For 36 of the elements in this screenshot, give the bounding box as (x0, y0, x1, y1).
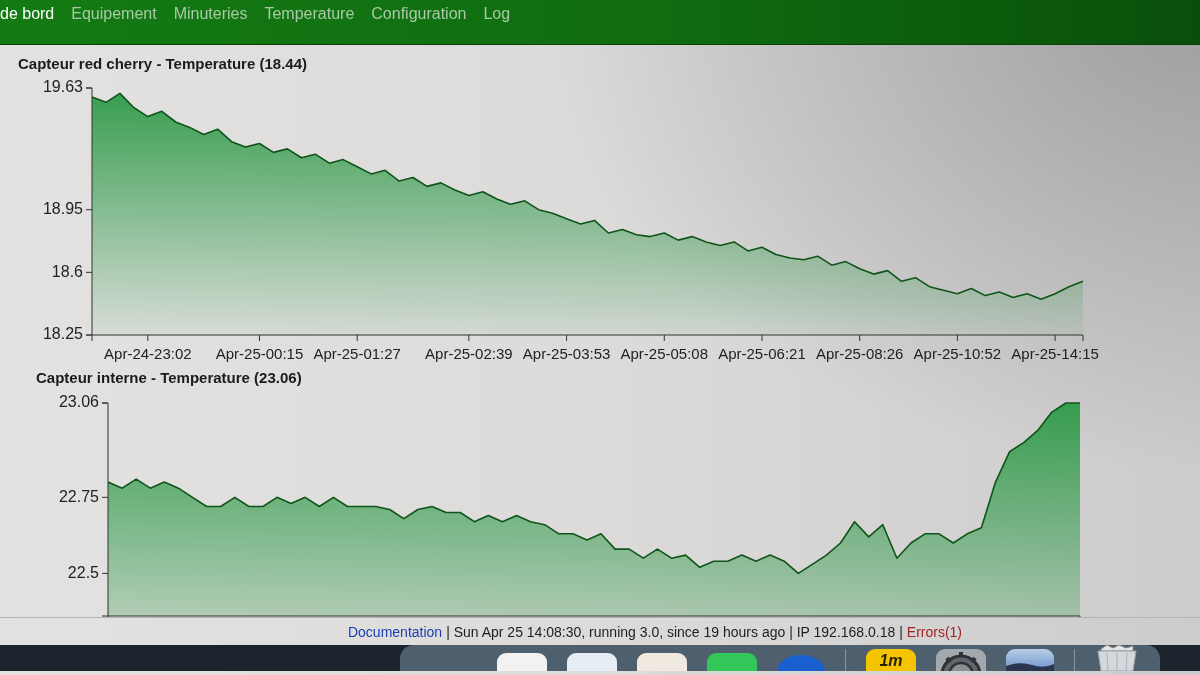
app-icon[interactable] (707, 653, 757, 671)
y-tick-label: 23.06 (58, 393, 99, 411)
chart-title: Capteur red cherry - Temperature (18.44) (18, 55, 307, 73)
x-tick-label: Apr-25-02:39 (425, 344, 513, 362)
x-tick-label: Apr-25-06:21 (718, 344, 806, 362)
gear-icon[interactable] (936, 649, 986, 671)
x-tick-label: Apr-25-01:27 (313, 344, 401, 362)
nav-link[interactable]: Log (483, 3, 511, 25)
app-icon[interactable]: 1m (866, 649, 916, 671)
x-tick-label: Apr-25-00:15 (215, 344, 304, 362)
x-tick-label: Apr-25-03:53 (522, 344, 611, 362)
x-tick-label: Apr-25-05:08 (620, 344, 709, 362)
y-tick-label: 22.75 (58, 487, 99, 505)
nav-link[interactable]: Minuteries (173, 3, 248, 25)
y-tick-label: 19.63 (42, 78, 83, 96)
x-tick-label: Apr-25-08:26 (815, 344, 904, 362)
y-tick-label: 18.6 (51, 262, 83, 280)
status-text: | Sun Apr 25 14:08:30, running 3.0, since 19 hours ago | IP 192.168.0.18 | (446, 623, 903, 640)
trash-icon[interactable] (1095, 645, 1139, 671)
y-tick-label: 22.5 (67, 563, 99, 581)
x-tick-label: Apr-25-14:15 (1011, 344, 1099, 362)
app-icon[interactable] (637, 653, 687, 671)
errors-link[interactable]: Errors(1) (906, 623, 963, 640)
app-icon[interactable] (497, 653, 547, 671)
nav-link[interactable]: Equipement (71, 3, 157, 25)
app-icon[interactable] (567, 653, 617, 671)
x-tick-label: Apr-24-23:02 (104, 344, 192, 362)
nav-link[interactable]: Configuration (371, 3, 467, 25)
landscape-icon[interactable] (1006, 649, 1054, 671)
nav-link[interactable]: de bord (0, 3, 55, 25)
x-tick-label: Apr-25-10:52 (913, 344, 1002, 362)
nav-link[interactable]: Temperature (264, 3, 355, 25)
y-tick-label: 18.25 (42, 325, 83, 343)
footer-link[interactable]: Documentation (347, 623, 443, 640)
chart-title: Capteur interne - Temperature (23.06) (36, 369, 302, 387)
y-tick-label: 18.95 (42, 199, 83, 217)
